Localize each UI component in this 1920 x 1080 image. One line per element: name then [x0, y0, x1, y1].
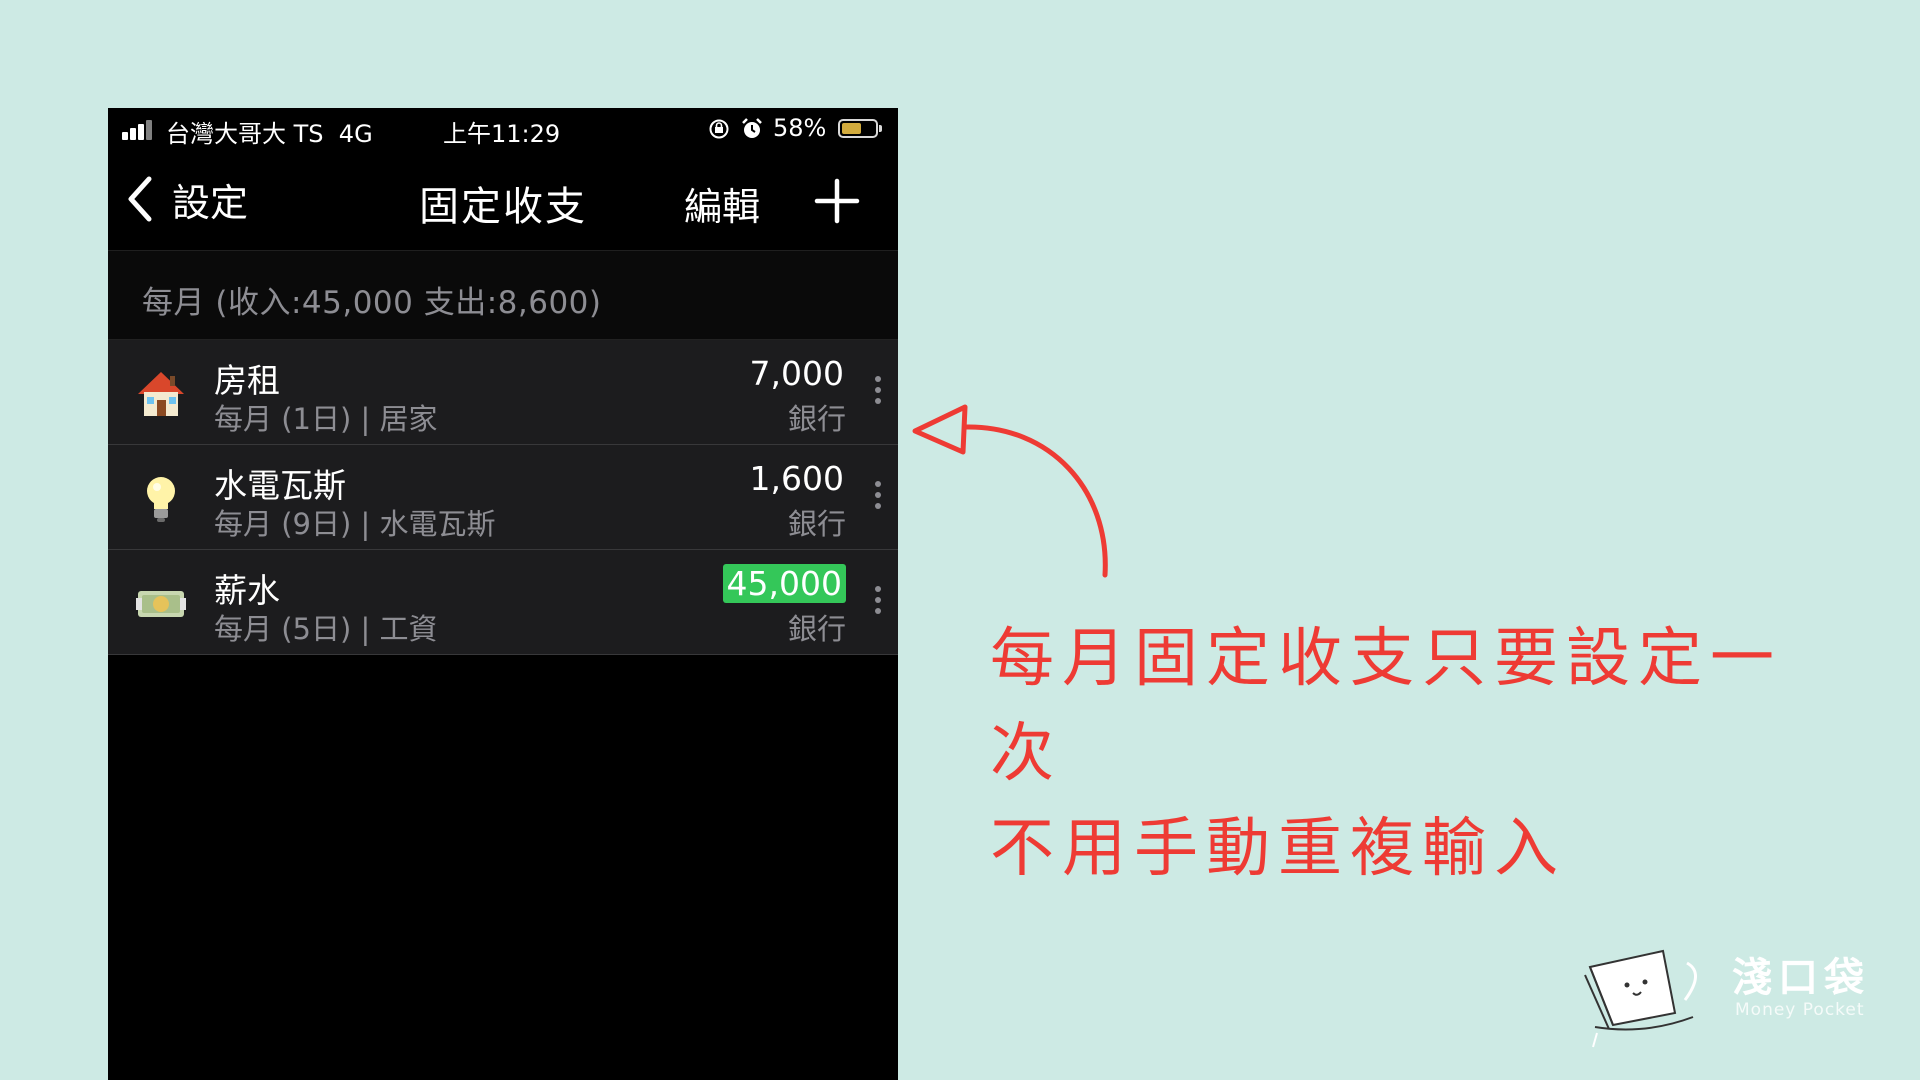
- item-schedule: 每月 (5日) | 工資: [214, 612, 438, 646]
- phone-screen: 台灣大哥大 TS 4G 上午11:29 58% 設定 固定收支 編輯 每月 (收…: [108, 108, 898, 1080]
- recurring-list: 房租 每月 (1日) | 居家 7,000 銀行 水電瓦斯 每月 (9日) | …: [108, 340, 898, 655]
- page-title: 固定收支: [419, 184, 587, 230]
- plus-icon[interactable]: [814, 178, 860, 224]
- more-vertical-icon[interactable]: [874, 481, 882, 513]
- more-vertical-icon[interactable]: [874, 586, 882, 618]
- item-amount: 7,000: [749, 354, 844, 393]
- brand-name: 淺口袋: [1732, 955, 1870, 1001]
- money-bill-icon: [136, 591, 186, 617]
- status-time: 上午11:29: [443, 120, 561, 148]
- status-bar: 台灣大哥大 TS 4G 上午11:29 58%: [108, 108, 898, 150]
- item-amount: 1,600: [749, 459, 844, 498]
- summary-text: 每月 (收入:45,000 支出:8,600): [142, 285, 602, 321]
- item-account: 銀行: [787, 402, 846, 436]
- list-item[interactable]: 薪水 每月 (5日) | 工資 45,000 銀行: [108, 550, 898, 655]
- item-name: 薪水: [214, 571, 280, 610]
- item-account: 銀行: [787, 612, 846, 646]
- monthly-summary: 每月 (收入:45,000 支出:8,600): [108, 251, 898, 340]
- item-amount-income: 45,000: [722, 564, 846, 603]
- caption-line-2: 不用手動重複輸入: [990, 812, 1566, 886]
- more-vertical-icon[interactable]: [874, 376, 882, 408]
- carrier-label: 台灣大哥大 TS 4G: [166, 120, 373, 148]
- edit-button[interactable]: 編輯: [684, 176, 760, 231]
- pocket-mascot-icon: [1584, 949, 1697, 1048]
- list-item[interactable]: 房租 每月 (1日) | 居家 7,000 銀行: [108, 340, 898, 445]
- house-icon: [138, 372, 184, 416]
- item-schedule: 每月 (1日) | 居家: [214, 402, 438, 436]
- item-account: 銀行: [787, 507, 846, 541]
- signal-icon: [122, 118, 158, 140]
- list-item[interactable]: 水電瓦斯 每月 (9日) | 水電瓦斯 1,600 銀行: [108, 445, 898, 550]
- item-name: 水電瓦斯: [214, 466, 346, 505]
- battery-percent: 58%: [773, 114, 827, 142]
- brand-tagline: Money Pocket: [1735, 1000, 1865, 1020]
- arrow-icon: [912, 404, 1108, 578]
- navigation-bar: 設定 固定收支 編輯: [108, 150, 898, 251]
- battery-icon: [838, 119, 882, 138]
- item-name: 房租: [214, 361, 280, 400]
- light-bulb-icon: [147, 477, 175, 522]
- item-schedule: 每月 (9日) | 水電瓦斯: [214, 507, 496, 541]
- caption-line-1: 每月固定收支只要設定一次: [990, 622, 1782, 791]
- brand-logo: 淺口袋 Money Pocket: [1575, 945, 1875, 1055]
- rotation-lock-icon: [709, 119, 729, 139]
- alarm-icon: [742, 118, 762, 138]
- annotation-caption: 每月固定收支只要設定一次 不用手動重複輸入: [990, 612, 1830, 897]
